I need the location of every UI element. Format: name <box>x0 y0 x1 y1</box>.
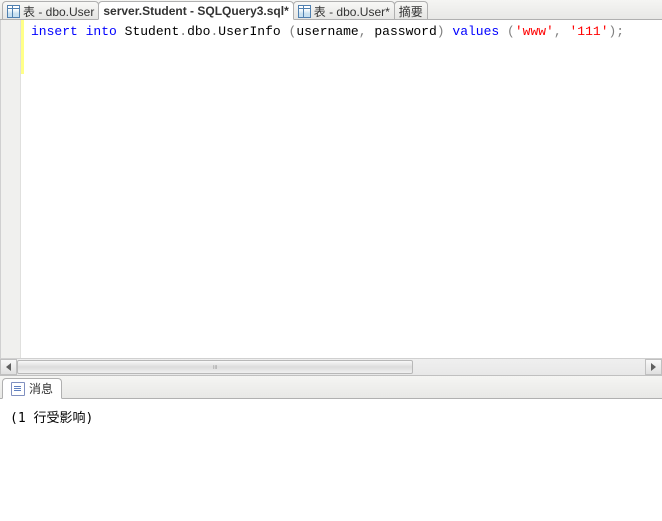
tab-sqlquery[interactable]: server.Student - SQLQuery3.sql* <box>98 1 293 20</box>
scroll-left-button[interactable] <box>0 359 17 375</box>
messages-tab[interactable]: 消息 <box>2 378 62 399</box>
message-line: (1 行受影响) <box>10 407 652 426</box>
table-icon <box>7 5 20 18</box>
messages-content[interactable]: (1 行受影响) <box>0 399 662 520</box>
horizontal-scrollbar[interactable] <box>0 358 662 375</box>
scroll-thumb[interactable] <box>17 360 413 374</box>
tab-label: 表 - dbo.User <box>23 3 94 20</box>
table-icon <box>298 5 311 18</box>
editor-gutter <box>1 20 21 358</box>
messages-tab-bar: 消息 <box>0 376 662 399</box>
sql-editor[interactable]: insert into Student.dbo.UserInfo (userna… <box>0 20 662 358</box>
document-tab-bar: 表 - dbo.User server.Student - SQLQuery3.… <box>0 0 662 20</box>
tab-summary[interactable]: 摘要 <box>394 1 428 19</box>
messages-tab-label: 消息 <box>29 380 53 397</box>
tab-label: server.Student - SQLQuery3.sql* <box>103 4 288 18</box>
tab-label: 摘要 <box>399 3 423 20</box>
tab-table-user-1[interactable]: 表 - dbo.User <box>2 1 99 19</box>
tab-table-user-2[interactable]: 表 - dbo.User* <box>293 1 395 19</box>
scroll-track[interactable] <box>17 359 645 375</box>
tab-label: 表 - dbo.User* <box>314 3 390 20</box>
line-change-marker <box>21 20 24 74</box>
messages-icon <box>11 382 25 396</box>
code-content[interactable]: insert into Student.dbo.UserInfo (userna… <box>1 20 662 40</box>
messages-panel: 消息 (1 行受影响) <box>0 375 662 520</box>
scroll-right-button[interactable] <box>645 359 662 375</box>
